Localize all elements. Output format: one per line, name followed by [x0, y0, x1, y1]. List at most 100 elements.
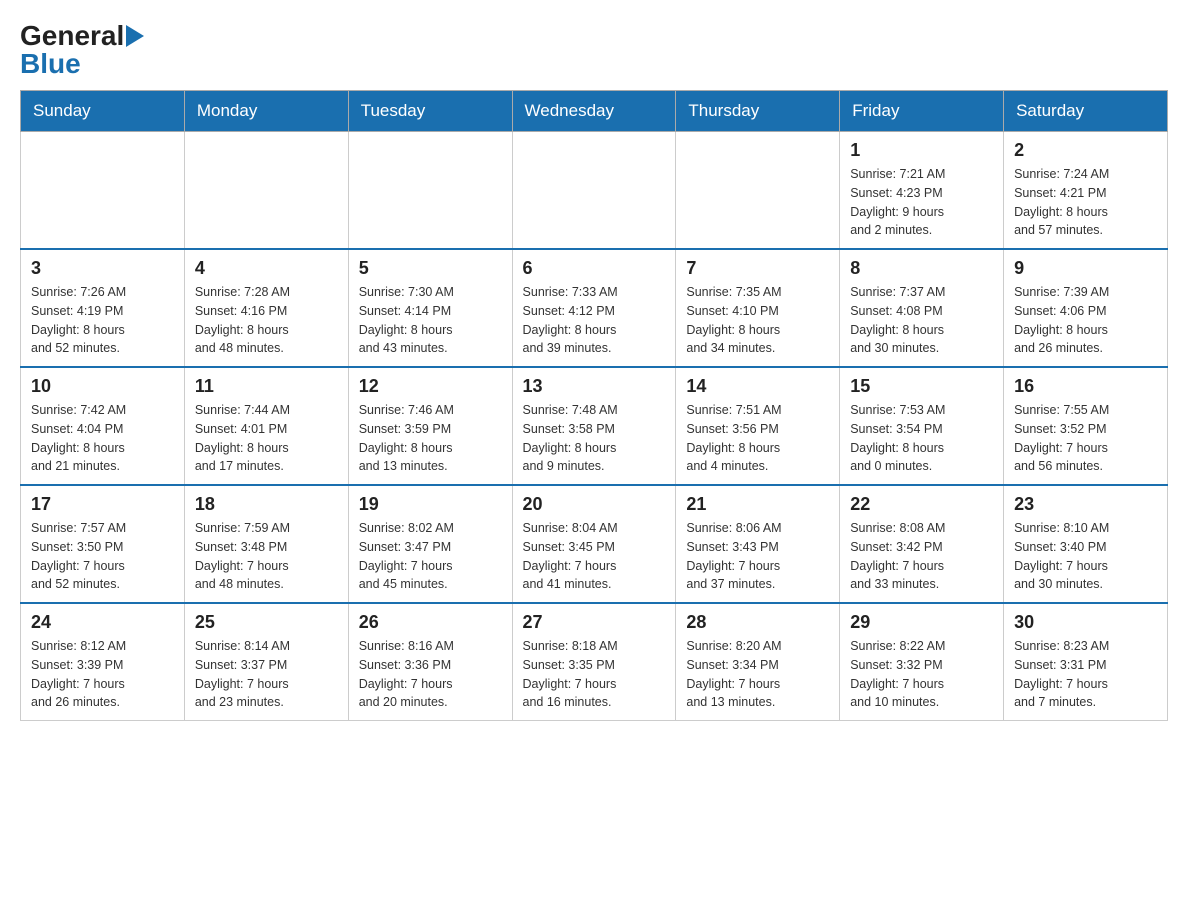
calendar-cell: 10Sunrise: 7:42 AM Sunset: 4:04 PM Dayli… [21, 367, 185, 485]
day-info: Sunrise: 8:22 AM Sunset: 3:32 PM Dayligh… [850, 637, 993, 712]
day-number: 9 [1014, 258, 1157, 279]
calendar-cell: 29 Sunrise: 8:22 AM Sunset: 3:32 PM Dayli… [840, 603, 1004, 721]
day-info: Sunrise: 8:10 AM Sunset: 3:40 PM Dayligh… [1014, 519, 1157, 594]
calendar-week-row: 1Sunrise: 7:21 AM Sunset: 4:23 PM Daylig… [21, 132, 1168, 250]
calendar-week-row: 10Sunrise: 7:42 AM Sunset: 4:04 PM Dayli… [21, 367, 1168, 485]
day-of-week-header: Friday [840, 91, 1004, 132]
day-info: Sunrise: 7:30 AM Sunset: 4:14 PM Dayligh… [359, 283, 502, 358]
calendar-cell: 17 Sunrise: 7:57 AM Sunset: 3:50 PM Dayli… [21, 485, 185, 603]
day-info: Sunrise: 8:16 AM Sunset: 3:36 PM Dayligh… [359, 637, 502, 712]
calendar-cell: 16 Sunrise: 7:55 AM Sunset: 3:52 PM Dayli… [1004, 367, 1168, 485]
calendar-cell [21, 132, 185, 250]
calendar-cell: 30 Sunrise: 8:23 AM Sunset: 3:31 PM Dayli… [1004, 603, 1168, 721]
calendar-cell: 13 Sunrise: 7:48 AM Sunset: 3:58 PM Dayli… [512, 367, 676, 485]
day-number: 26 [359, 612, 502, 633]
day-number: 27 [523, 612, 666, 633]
day-info: Sunrise: 7:37 AM Sunset: 4:08 PM Dayligh… [850, 283, 993, 358]
day-info: Sunrise: 7:28 AM Sunset: 4:16 PM Dayligh… [195, 283, 338, 358]
day-info: Sunrise: 7:39 AM Sunset: 4:06 PM Dayligh… [1014, 283, 1157, 358]
day-info: Sunrise: 8:23 AM Sunset: 3:31 PM Dayligh… [1014, 637, 1157, 712]
day-info: Sunrise: 7:55 AM Sunset: 3:52 PM Dayligh… [1014, 401, 1157, 476]
calendar-cell: 1Sunrise: 7:21 AM Sunset: 4:23 PM Daylig… [840, 132, 1004, 250]
day-number: 29 [850, 612, 993, 633]
day-number: 16 [1014, 376, 1157, 397]
calendar-cell: 4 Sunrise: 7:28 AM Sunset: 4:16 PM Daylig… [184, 249, 348, 367]
day-info: Sunrise: 7:21 AM Sunset: 4:23 PM Dayligh… [850, 165, 993, 240]
calendar-header-row: SundayMondayTuesdayWednesdayThursdayFrid… [21, 91, 1168, 132]
day-info: Sunrise: 7:44 AM Sunset: 4:01 PM Dayligh… [195, 401, 338, 476]
calendar-cell: 15 Sunrise: 7:53 AM Sunset: 3:54 PM Dayli… [840, 367, 1004, 485]
day-number: 19 [359, 494, 502, 515]
calendar-cell: 3Sunrise: 7:26 AM Sunset: 4:19 PM Daylig… [21, 249, 185, 367]
calendar-cell: 21 Sunrise: 8:06 AM Sunset: 3:43 PM Dayli… [676, 485, 840, 603]
day-number: 25 [195, 612, 338, 633]
day-number: 17 [31, 494, 174, 515]
calendar-cell: 23 Sunrise: 8:10 AM Sunset: 3:40 PM Dayli… [1004, 485, 1168, 603]
calendar-week-row: 3Sunrise: 7:26 AM Sunset: 4:19 PM Daylig… [21, 249, 1168, 367]
day-info: Sunrise: 8:06 AM Sunset: 3:43 PM Dayligh… [686, 519, 829, 594]
day-number: 8 [850, 258, 993, 279]
calendar-cell: 27Sunrise: 8:18 AM Sunset: 3:35 PM Dayli… [512, 603, 676, 721]
calendar-cell: 6 Sunrise: 7:33 AM Sunset: 4:12 PM Daylig… [512, 249, 676, 367]
calendar-cell [512, 132, 676, 250]
day-of-week-header: Tuesday [348, 91, 512, 132]
calendar-cell: 28 Sunrise: 8:20 AM Sunset: 3:34 PM Dayli… [676, 603, 840, 721]
calendar-cell [184, 132, 348, 250]
calendar-week-row: 24Sunrise: 8:12 AM Sunset: 3:39 PM Dayli… [21, 603, 1168, 721]
calendar-week-row: 17 Sunrise: 7:57 AM Sunset: 3:50 PM Dayli… [21, 485, 1168, 603]
day-info: Sunrise: 7:53 AM Sunset: 3:54 PM Dayligh… [850, 401, 993, 476]
day-number: 22 [850, 494, 993, 515]
day-info: Sunrise: 8:04 AM Sunset: 3:45 PM Dayligh… [523, 519, 666, 594]
day-info: Sunrise: 7:42 AM Sunset: 4:04 PM Dayligh… [31, 401, 174, 476]
calendar-cell: 25 Sunrise: 8:14 AM Sunset: 3:37 PM Dayli… [184, 603, 348, 721]
day-number: 2 [1014, 140, 1157, 161]
day-info: Sunrise: 7:51 AM Sunset: 3:56 PM Dayligh… [686, 401, 829, 476]
logo: General Blue [20, 20, 144, 80]
calendar-cell: 20 Sunrise: 8:04 AM Sunset: 3:45 PM Dayli… [512, 485, 676, 603]
day-number: 23 [1014, 494, 1157, 515]
calendar-cell: 26 Sunrise: 8:16 AM Sunset: 3:36 PM Dayli… [348, 603, 512, 721]
day-info: Sunrise: 7:48 AM Sunset: 3:58 PM Dayligh… [523, 401, 666, 476]
day-number: 21 [686, 494, 829, 515]
calendar-cell: 19 Sunrise: 8:02 AM Sunset: 3:47 PM Dayli… [348, 485, 512, 603]
calendar-cell: 12Sunrise: 7:46 AM Sunset: 3:59 PM Dayli… [348, 367, 512, 485]
calendar-cell: 9 Sunrise: 7:39 AM Sunset: 4:06 PM Daylig… [1004, 249, 1168, 367]
day-number: 5 [359, 258, 502, 279]
calendar-cell [348, 132, 512, 250]
calendar-cell: 8 Sunrise: 7:37 AM Sunset: 4:08 PM Daylig… [840, 249, 1004, 367]
day-of-week-header: Monday [184, 91, 348, 132]
calendar-cell [676, 132, 840, 250]
day-info: Sunrise: 8:02 AM Sunset: 3:47 PM Dayligh… [359, 519, 502, 594]
day-info: Sunrise: 8:08 AM Sunset: 3:42 PM Dayligh… [850, 519, 993, 594]
day-info: Sunrise: 7:35 AM Sunset: 4:10 PM Dayligh… [686, 283, 829, 358]
calendar-cell: 7 Sunrise: 7:35 AM Sunset: 4:10 PM Daylig… [676, 249, 840, 367]
calendar-cell: 24Sunrise: 8:12 AM Sunset: 3:39 PM Dayli… [21, 603, 185, 721]
calendar-cell: 11 Sunrise: 7:44 AM Sunset: 4:01 PM Dayli… [184, 367, 348, 485]
day-number: 20 [523, 494, 666, 515]
day-info: Sunrise: 8:20 AM Sunset: 3:34 PM Dayligh… [686, 637, 829, 712]
day-number: 7 [686, 258, 829, 279]
day-number: 15 [850, 376, 993, 397]
calendar-cell: 18Sunrise: 7:59 AM Sunset: 3:48 PM Dayli… [184, 485, 348, 603]
calendar-cell: 14Sunrise: 7:51 AM Sunset: 3:56 PM Dayli… [676, 367, 840, 485]
day-number: 11 [195, 376, 338, 397]
day-number: 28 [686, 612, 829, 633]
day-of-week-header: Wednesday [512, 91, 676, 132]
day-info: Sunrise: 7:57 AM Sunset: 3:50 PM Dayligh… [31, 519, 174, 594]
day-number: 13 [523, 376, 666, 397]
day-info: Sunrise: 7:33 AM Sunset: 4:12 PM Dayligh… [523, 283, 666, 358]
day-number: 4 [195, 258, 338, 279]
logo-blue: Blue [20, 48, 144, 80]
day-number: 18 [195, 494, 338, 515]
day-number: 6 [523, 258, 666, 279]
day-number: 30 [1014, 612, 1157, 633]
day-of-week-header: Saturday [1004, 91, 1168, 132]
day-number: 3 [31, 258, 174, 279]
day-of-week-header: Sunday [21, 91, 185, 132]
logo-triangle-icon [126, 25, 144, 47]
day-info: Sunrise: 8:14 AM Sunset: 3:37 PM Dayligh… [195, 637, 338, 712]
day-number: 24 [31, 612, 174, 633]
calendar-cell: 22 Sunrise: 8:08 AM Sunset: 3:42 PM Dayli… [840, 485, 1004, 603]
day-number: 12 [359, 376, 502, 397]
calendar-cell: 5 Sunrise: 7:30 AM Sunset: 4:14 PM Daylig… [348, 249, 512, 367]
